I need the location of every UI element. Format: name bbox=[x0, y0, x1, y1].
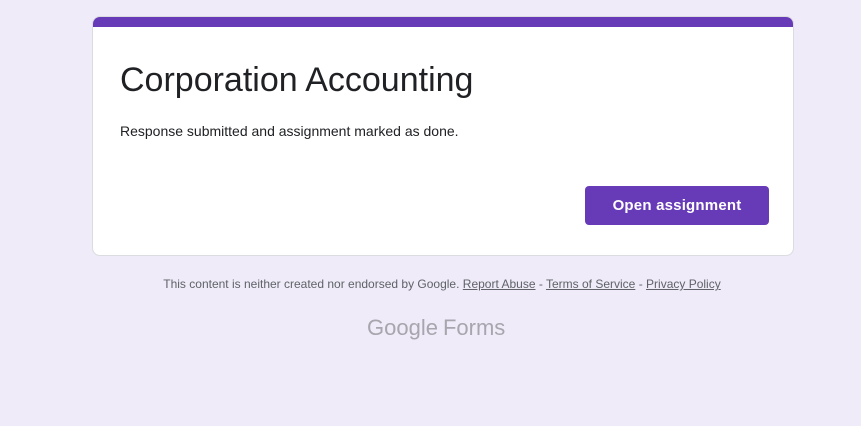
disclaimer-text: This content is neither created nor endo… bbox=[163, 277, 460, 291]
form-card: Corporation Accounting Response submitte… bbox=[92, 16, 794, 256]
page: Corporation Accounting Response submitte… bbox=[0, 0, 861, 426]
confirmation-message: Response submitted and assignment marked… bbox=[120, 123, 459, 139]
forms-wordmark: Forms bbox=[442, 315, 506, 340]
form-title: Corporation Accounting bbox=[120, 61, 474, 99]
open-assignment-button[interactable]: Open assignment bbox=[585, 186, 769, 225]
footer-separator: - bbox=[638, 277, 643, 291]
privacy-policy-link[interactable]: Privacy Policy bbox=[646, 277, 721, 291]
terms-of-service-link[interactable]: Terms of Service bbox=[546, 277, 635, 291]
report-abuse-link[interactable]: Report Abuse bbox=[463, 277, 536, 291]
google-wordmark: Google bbox=[367, 315, 438, 340]
footer-separator: - bbox=[538, 277, 543, 291]
footer: This content is neither created nor endo… bbox=[0, 276, 861, 292]
google-forms-logo[interactable]: Google Forms bbox=[367, 313, 505, 343]
card-accent-bar bbox=[93, 17, 793, 27]
